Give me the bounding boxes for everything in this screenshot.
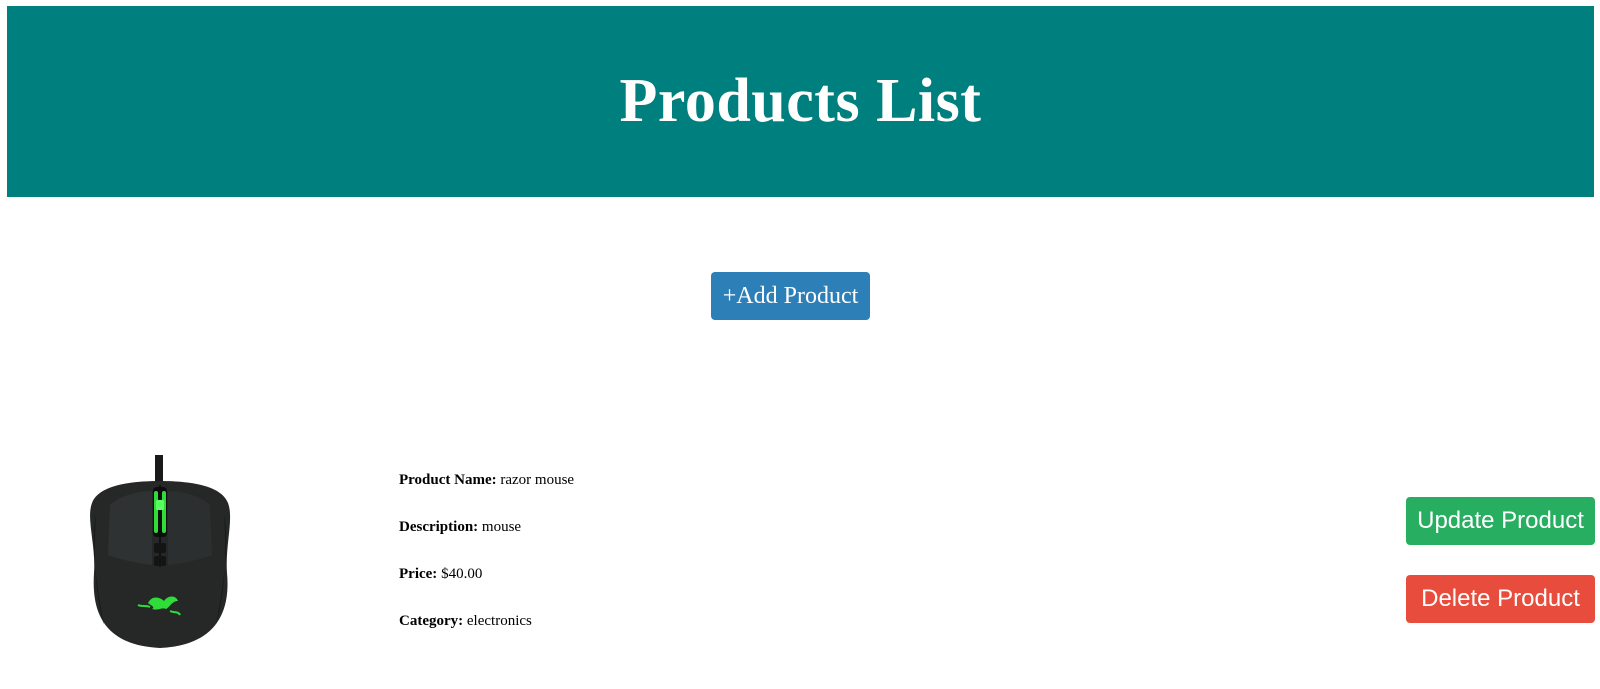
page-title: Products List	[619, 67, 982, 135]
product-description-row: Description: mouse	[399, 516, 574, 563]
product-description-label: Description:	[399, 519, 482, 535]
page-header: Products List	[7, 6, 1594, 197]
product-price-value: $40.00	[441, 566, 483, 582]
product-price-label: Price:	[399, 566, 442, 582]
product-category-value: electronics	[466, 613, 532, 629]
product-card: Product Name: razor mouse Description: m…	[0, 455, 1600, 670]
update-product-button[interactable]: Update Product	[1406, 497, 1595, 545]
product-details: Product Name: razor mouse Description: m…	[399, 469, 574, 657]
product-category-label: Category:	[399, 613, 467, 629]
add-product-button[interactable]: +Add Product	[711, 272, 870, 320]
product-description-value: mouse	[481, 519, 522, 535]
product-image	[90, 455, 231, 648]
product-name-label: Product Name:	[399, 472, 501, 488]
delete-product-button[interactable]: Delete Product	[1406, 575, 1595, 623]
product-category-row: Category: electronics	[399, 610, 574, 657]
product-name-value: razor mouse	[500, 472, 575, 488]
product-price-row: Price: $40.00	[399, 563, 574, 610]
product-name-row: Product Name: razor mouse	[399, 469, 574, 516]
